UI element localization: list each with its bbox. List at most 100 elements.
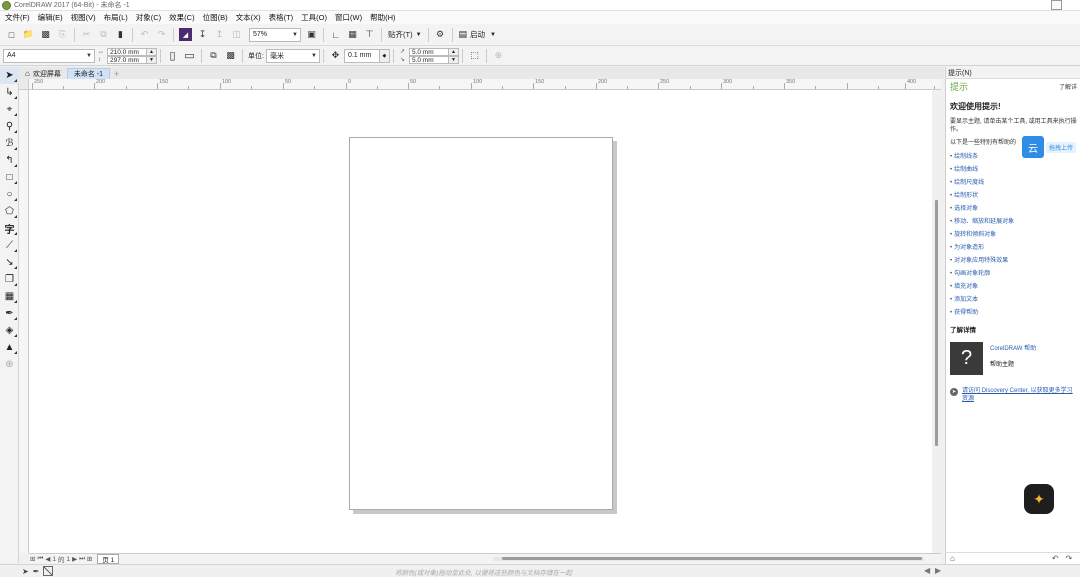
docker-home-icon[interactable]: ⌂ (950, 554, 955, 563)
restore-window-button[interactable] (1051, 0, 1062, 10)
print-icon[interactable]: ⎘ (56, 28, 69, 41)
portrait-icon[interactable]: ▯ (166, 49, 179, 62)
last-page-icon[interactable]: ⏭ (78, 555, 86, 563)
connector-tool-icon[interactable]: ↘ (0, 254, 19, 271)
save-icon[interactable]: ▩ (39, 28, 52, 41)
snap-to-dropdown[interactable]: 贴齐(T) ▼ (385, 29, 425, 40)
height-spinner[interactable]: ▼ (147, 55, 157, 64)
nudge-distance-input[interactable]: 0.1 mm (343, 48, 380, 63)
zoom-tool-icon[interactable]: ⚲ (0, 118, 19, 135)
menu-object[interactable]: 对象(C) (134, 12, 167, 23)
menu-layout[interactable]: 布局(L) (102, 12, 134, 23)
coreldraw-help-link[interactable]: CorelDRAW 帮助 (990, 343, 1036, 352)
quick-customize-icon[interactable]: ⊕ (492, 49, 505, 62)
full-screen-icon[interactable]: ▣ (305, 28, 318, 41)
menu-window[interactable]: 窗口(W) (333, 12, 368, 23)
tab-document[interactable]: 未命名 -1 (66, 68, 111, 79)
next-page-icon[interactable]: ▶ (71, 555, 78, 563)
page-border-icon[interactable]: ⬚ (468, 49, 481, 62)
rectangle-tool-icon[interactable]: □ (0, 169, 19, 186)
drop-shadow-tool-icon[interactable]: ❐ (0, 271, 19, 288)
menu-table[interactable]: 表格(T) (267, 12, 300, 23)
horizontal-scrollbar[interactable] (494, 557, 924, 561)
discovery-center-text[interactable]: 请访问 Discovery Center, 以获取更多学习资源 (962, 387, 1076, 403)
page-width-input[interactable]: 210.0 mm (107, 47, 147, 56)
no-fill-swatch-icon[interactable] (43, 566, 54, 576)
docker-back-icon[interactable]: ↶ (1052, 554, 1059, 563)
open-icon[interactable]: 📁 (22, 28, 35, 41)
menu-bitmaps[interactable]: 位图(B) (201, 12, 234, 23)
show-rulers-icon[interactable]: ∟ (329, 28, 342, 41)
docker-forward-icon[interactable]: ↷ (1066, 554, 1073, 563)
freehand-tool-icon[interactable]: ℬ (0, 135, 19, 152)
publish-pdf-icon[interactable]: ◫ (230, 28, 243, 41)
menu-file[interactable]: 文件(F) (3, 12, 36, 23)
page-add-after-icon[interactable]: ⊞ (86, 555, 93, 563)
page-tab-1[interactable]: 页 1 (97, 554, 120, 564)
units-combo[interactable]: 毫米 ▼ (265, 48, 320, 63)
ellipse-tool-icon[interactable]: ○ (0, 186, 19, 203)
menu-text[interactable]: 文本(X) (234, 12, 267, 23)
duplicate-x-spinner[interactable]: ▲ (448, 47, 459, 56)
cloud-upload-label[interactable]: 拖拽上传 (1046, 142, 1077, 153)
duplicate-x-input[interactable]: 5.0 mm (408, 47, 449, 56)
drawing-canvas[interactable] (29, 90, 932, 553)
zoom-level-combo[interactable]: 57% ▼ (249, 27, 301, 42)
page-size-combo[interactable]: A4 ▼ (3, 48, 95, 63)
new-document-icon[interactable]: □ (5, 28, 18, 41)
hint-link-rotate-skew[interactable]: 旋转和倾斜对象 (950, 229, 1076, 242)
horizontal-scroll-thumb[interactable] (502, 557, 922, 560)
vertical-scrollbar[interactable] (932, 90, 941, 553)
page-height-input[interactable]: 297.0 mm (107, 55, 147, 64)
discovery-center-link[interactable]: ➤ 请访问 Discovery Center, 以获取更多学习资源 (950, 387, 1076, 403)
bird-logo-icon[interactable]: ✦ (1024, 484, 1054, 514)
menu-help[interactable]: 帮助(H) (368, 12, 401, 23)
polygon-tool-icon[interactable]: ⬠ (0, 203, 19, 220)
transparency-tool-icon[interactable]: ▦ (0, 288, 19, 305)
hint-link-special-effects[interactable]: 对对象应用特殊效果 (950, 255, 1076, 268)
vertical-ruler[interactable] (19, 90, 29, 553)
current-page-icon[interactable]: ▩ (224, 49, 237, 62)
page-add-before-icon[interactable]: ⊞ (29, 555, 36, 563)
new-tab-plus-icon[interactable]: + (110, 68, 123, 79)
menu-effects[interactable]: 效果(C) (167, 12, 200, 23)
add-tool-icon[interactable]: ⊕ (0, 356, 19, 373)
tab-welcome-screen[interactable]: ⌂ 欢迎屏幕 (19, 68, 67, 79)
palette-scroll-left-icon[interactable]: ◀ (924, 566, 930, 575)
copy-icon[interactable]: ⧉ (97, 28, 110, 41)
help-topics-card[interactable]: ? CorelDRAW 帮助 帮助主题 (950, 342, 1076, 375)
vertical-scroll-thumb[interactable] (935, 200, 938, 446)
options-gear-icon[interactable]: ⚙ (434, 28, 447, 41)
crop-tool-icon[interactable]: ⌖ (0, 101, 19, 118)
show-guidelines-icon[interactable]: ⊤ (363, 28, 376, 41)
artistic-media-tool-icon[interactable]: ↰ (0, 152, 19, 169)
hint-link-draw-shapes[interactable]: 绘制形状 (950, 190, 1076, 203)
hint-link-move-scale[interactable]: 移动、缩放和延展对象 (950, 216, 1076, 229)
application-launcher-dropdown[interactable]: ▤ 启动 ▼ (456, 29, 499, 40)
menu-view[interactable]: 视图(V) (69, 12, 102, 23)
prev-page-icon[interactable]: ◀ (44, 555, 51, 563)
text-tool-icon[interactable]: 字 (0, 220, 19, 237)
duplicate-y-spinner[interactable]: ▼ (448, 55, 459, 64)
hint-link-get-help[interactable]: 获得帮助 (950, 307, 1076, 320)
hint-link-draw-curves[interactable]: 绘制曲线 (950, 164, 1076, 177)
horizontal-ruler[interactable]: 250 200 150 100 50 0 50 100 150 200 250 … (29, 79, 941, 90)
shape-tool-icon[interactable]: ↳ (0, 84, 19, 101)
hint-link-draw-dimension-lines[interactable]: 绘制尺度线 (950, 177, 1076, 190)
hint-link-add-text[interactable]: 添加文本 (950, 294, 1076, 307)
menu-tools[interactable]: 工具(O) (299, 12, 333, 23)
export-icon[interactable]: ↥ (213, 28, 226, 41)
hint-link-select-objects[interactable]: 选择对象 (950, 203, 1076, 216)
smart-fill-tool-icon[interactable]: ▲ (0, 339, 19, 356)
paste-icon[interactable]: ▮ (114, 28, 127, 41)
learn-more-link[interactable]: 了解详 (1059, 82, 1077, 91)
hint-link-outline-objects[interactable]: 勾画对象轮廓 (950, 268, 1076, 281)
landscape-icon[interactable]: ▭ (183, 49, 196, 62)
ruler-origin[interactable] (19, 79, 29, 90)
fill-eyedropper-icon[interactable]: ✒ (33, 567, 40, 576)
duplicate-y-input[interactable]: 5.0 mm (408, 55, 449, 64)
hint-link-fill-objects[interactable]: 填充对象 (950, 281, 1076, 294)
search-content-icon[interactable]: ◢ (179, 28, 192, 41)
hint-link-shape-objects[interactable]: 为对象造形 (950, 242, 1076, 255)
width-spinner[interactable]: ▲ (147, 47, 157, 56)
